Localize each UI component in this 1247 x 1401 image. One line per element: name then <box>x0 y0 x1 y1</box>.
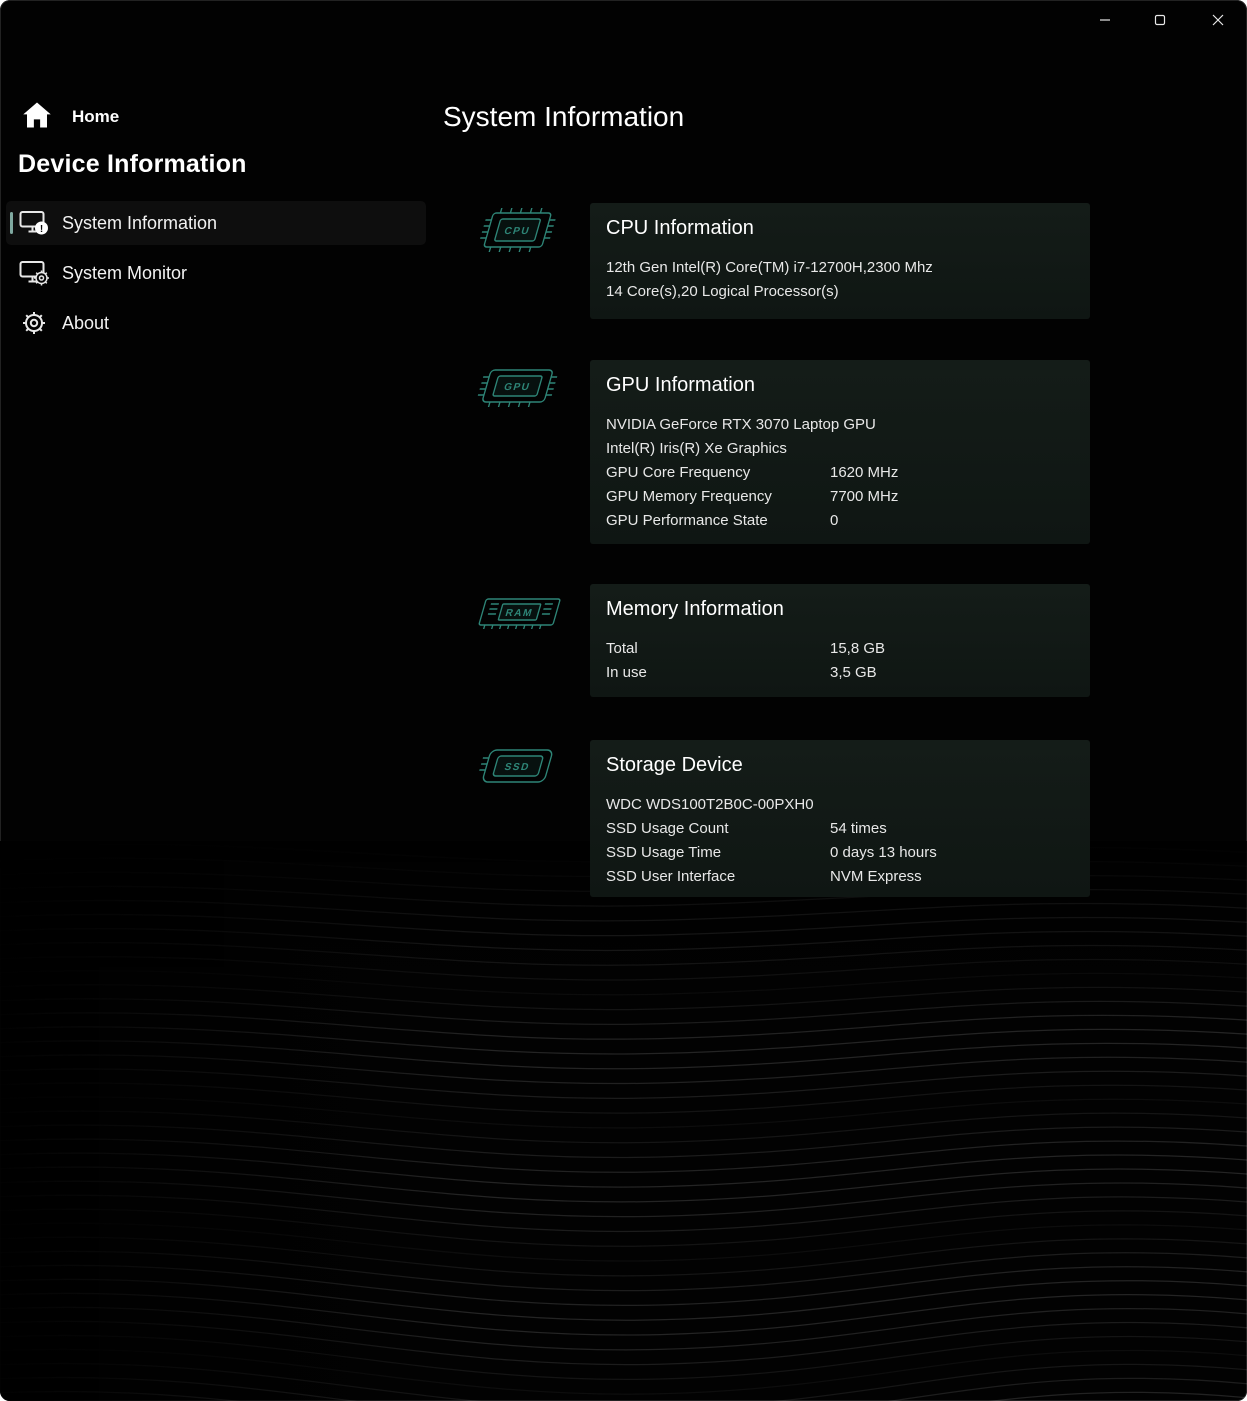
spec-label: GPU Performance State <box>606 512 768 529</box>
spec-value: 54 times <box>830 820 887 837</box>
cpu-model-line: 12th Gen Intel(R) Core(TM) i7-12700H,230… <box>606 259 933 276</box>
home-icon <box>22 101 52 134</box>
system-information-icon: ! <box>18 210 50 237</box>
spec-row: Total 15,8 GB <box>606 637 1074 661</box>
nav-label: System Information <box>62 212 218 233</box>
spec-value: 0 <box>830 512 839 529</box>
about-gear-icon <box>18 309 50 337</box>
gpu-chip-label: GPU <box>502 382 531 393</box>
system-monitor-icon <box>18 260 50 287</box>
page-title: System Information <box>443 101 685 132</box>
app-window: Home Device Information ! System Informa… <box>0 0 1247 1401</box>
gpu-model-line: NVIDIA GeForce RTX 3070 Laptop GPU <box>606 416 876 433</box>
spec-row: SSD User Interface NVM Express <box>606 865 1074 889</box>
spec-value: NVM Express <box>830 868 922 885</box>
spec-value: 15,8 GB <box>830 640 886 657</box>
ram-chip-label: RAM <box>504 608 534 619</box>
sidebar-item-about[interactable]: About <box>6 301 426 345</box>
spec-row: In use 3,5 GB <box>606 661 1074 685</box>
home-item[interactable]: Home <box>14 99 127 135</box>
spec-label: SSD User Interface <box>606 868 736 885</box>
sidebar-item-system-monitor[interactable]: System Monitor <box>6 251 426 295</box>
spec-label: GPU Core Frequency <box>606 464 751 481</box>
wave-pattern-decoration <box>0 841 1247 1401</box>
sidebar-title: Device Information <box>18 150 247 178</box>
maximize-button[interactable] <box>1137 4 1183 36</box>
close-button[interactable] <box>1195 4 1241 36</box>
spec-value: 7700 MHz <box>830 488 899 505</box>
gpu-chip-icon: GPU <box>464 360 568 412</box>
ssd-chip-icon: SSD <box>464 740 568 792</box>
cpu-chip-label: CPU <box>503 226 532 237</box>
sidebar-nav: ! System Information System Monitor Abou… <box>6 201 426 351</box>
spec-row: GPU Performance State 0 <box>606 509 1074 533</box>
nav-label: System Monitor <box>62 262 188 283</box>
spec-row: SSD Usage Count 54 times <box>606 817 1074 841</box>
spec-row: GPU Memory Frequency 7700 MHz <box>606 485 1074 509</box>
spec-label: GPU Memory Frequency <box>606 488 772 505</box>
selection-indicator <box>10 212 13 234</box>
spec-row: SSD Usage Time 0 days 13 hours <box>606 841 1074 865</box>
card-title: Memory Information <box>606 598 784 620</box>
spec-label: Total <box>606 640 638 657</box>
spec-label: SSD Usage Time <box>606 844 722 861</box>
spec-value: 1620 MHz <box>830 464 899 481</box>
spec-value: 3,5 GB <box>830 664 877 681</box>
minimize-button[interactable] <box>1082 4 1128 36</box>
card-title: CPU Information <box>606 217 754 239</box>
cpu-chip-icon: CPU <box>464 204 568 256</box>
nav-label: About <box>62 312 110 333</box>
spec-row: GPU Core Frequency 1620 MHz <box>606 461 1074 485</box>
card-title: GPU Information <box>606 374 755 396</box>
storage-device-card: Storage Device WDC WDS100T2B0C-00PXH0 SS… <box>590 740 1090 897</box>
gpu-information-card: GPU Information NVIDIA GeForce RTX 3070 … <box>590 360 1090 544</box>
svg-text:!: ! <box>40 224 43 235</box>
ssd-model-line: WDC WDS100T2B0C-00PXH0 <box>606 796 814 813</box>
memory-information-card: Memory Information Total 15,8 GB In use … <box>590 584 1090 697</box>
spec-label: In use <box>606 664 647 681</box>
home-label: Home <box>72 107 120 126</box>
ram-chip-icon: RAM <box>464 586 568 638</box>
sidebar-item-system-information[interactable]: ! System Information <box>6 201 426 245</box>
card-title: Storage Device <box>606 754 743 776</box>
spec-label: SSD Usage Count <box>606 820 729 837</box>
gpu-model-line: Intel(R) Iris(R) Xe Graphics <box>606 440 787 457</box>
cpu-cores-line: 14 Core(s),20 Logical Processor(s) <box>606 283 839 300</box>
wave-fade-overlay <box>0 841 1247 1401</box>
ssd-chip-label: SSD <box>503 762 531 773</box>
cpu-information-card: CPU Information 12th Gen Intel(R) Core(T… <box>590 203 1090 319</box>
spec-value: 0 days 13 hours <box>830 844 937 861</box>
